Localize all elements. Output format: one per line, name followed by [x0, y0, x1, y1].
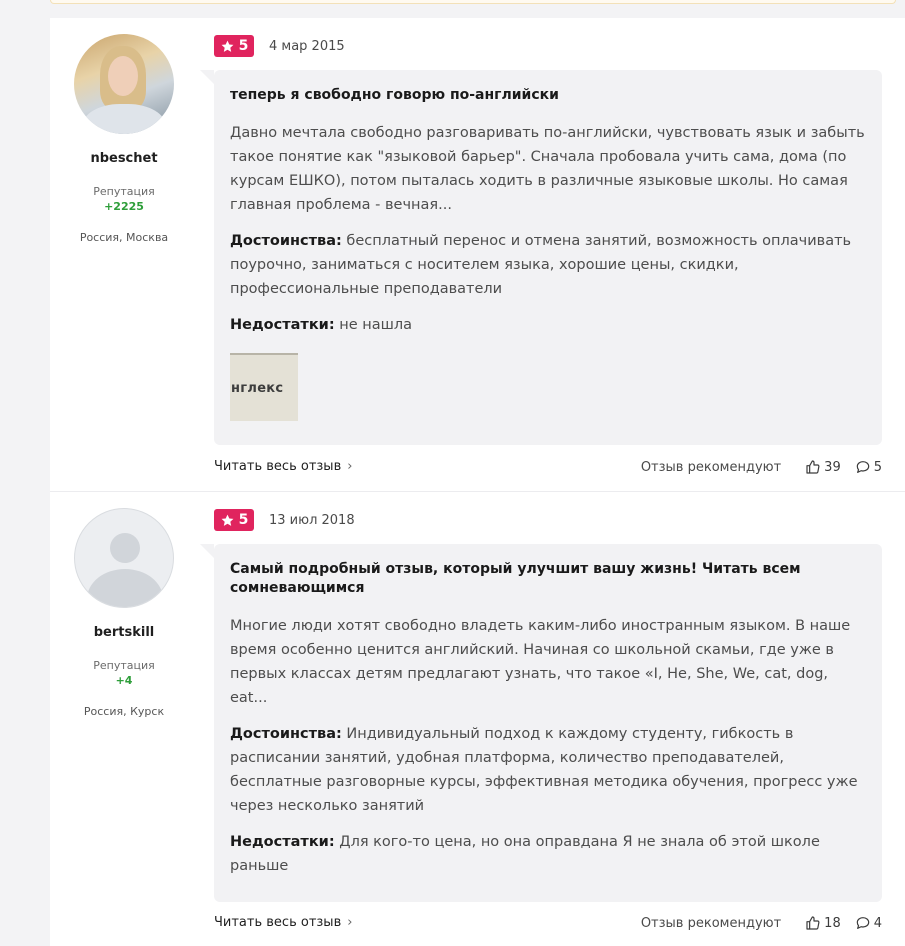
pros-label: Достоинства:	[230, 726, 342, 742]
comment-count: 5	[873, 459, 882, 475]
review-footer-stats: Отзыв рекомендуют 39 5	[641, 459, 882, 475]
author-username[interactable]: nbeschet	[50, 151, 198, 166]
avatar[interactable]	[74, 508, 174, 608]
review-cons: Недостатки: Для кого-то цена, но она опр…	[230, 830, 866, 878]
chevron-right-icon: ›	[347, 915, 353, 930]
recommend-label: Отзыв рекомендуют	[640, 459, 782, 475]
review-card: bertskill Репутация +4 Россия, Курск 5 1…	[50, 492, 905, 946]
chevron-right-icon: ›	[347, 459, 353, 474]
review-excerpt: Давно мечтала свободно разговаривать по-…	[230, 125, 865, 213]
review-image-thumbnail[interactable]: нглекс	[230, 353, 298, 421]
reputation-value: +2225	[104, 200, 144, 213]
author-location: Россия, Москва	[79, 231, 169, 244]
star-icon	[221, 514, 234, 526]
avatar[interactable]	[74, 34, 174, 134]
like-button[interactable]: 39	[805, 459, 841, 475]
like-button[interactable]: 18	[805, 915, 841, 931]
rating-value: 5	[238, 38, 249, 54]
read-more-label: Читать весь отзыв	[214, 459, 342, 474]
comments-button[interactable]: 4	[855, 915, 882, 931]
previous-item-edge	[50, 0, 896, 4]
rating-value: 5	[238, 512, 249, 528]
review-pros: Достоинства: бесплатный перенос и отмена…	[230, 229, 866, 301]
comment-icon	[856, 461, 869, 473]
like-count: 18	[824, 915, 841, 931]
review-image-logo-text: нглекс	[231, 380, 284, 396]
rating-badge: 5	[214, 35, 254, 57]
review-card: nbeschet Репутация +2225 Россия, Москва …	[50, 18, 905, 491]
like-count: 39	[824, 459, 841, 475]
review-body: Самый подробный отзыв, который улучшит в…	[200, 544, 882, 902]
review-title[interactable]: Самый подробный отзыв, который улучшит в…	[230, 560, 866, 598]
cons-label: Недостатки:	[230, 834, 335, 850]
thumbs-up-icon	[806, 460, 820, 474]
comments-button[interactable]: 5	[855, 459, 882, 475]
reputation-label: Репутация	[93, 185, 155, 198]
read-full-review-link[interactable]: Читать весь отзыв ›	[214, 459, 352, 474]
reputation-value: +4	[115, 674, 133, 687]
review-footer-stats: Отзыв рекомендуют 18 4	[641, 915, 882, 931]
read-full-review-link[interactable]: Читать весь отзыв ›	[214, 915, 352, 930]
author-username[interactable]: bertskill	[50, 625, 198, 640]
thumbs-up-icon	[806, 916, 820, 930]
comment-count: 4	[873, 915, 882, 931]
review-excerpt: Многие люди хотят свободно владеть каким…	[230, 618, 851, 706]
pros-label: Достоинства:	[230, 233, 342, 249]
review-pros: Достоинства: Индивидуальный подход к каж…	[230, 722, 866, 818]
review-date: 4 мар 2015	[269, 39, 345, 54]
rating-badge: 5	[214, 509, 254, 531]
star-icon	[221, 40, 234, 52]
recommend-label: Отзыв рекомендуют	[640, 915, 782, 931]
review-date: 13 июл 2018	[269, 513, 355, 528]
reputation-label: Репутация	[93, 659, 155, 672]
author-location: Россия, Курск	[83, 705, 165, 718]
read-more-label: Читать весь отзыв	[214, 915, 342, 930]
review-body: теперь я свободно говорю по-английски Да…	[200, 70, 882, 445]
review-title[interactable]: теперь я свободно говорю по-английски	[230, 86, 866, 105]
comment-icon	[856, 917, 869, 929]
review-cons: Недостатки: не нашла	[230, 313, 866, 337]
cons-text: не нашла	[334, 317, 413, 333]
cons-label: Недостатки:	[230, 317, 335, 333]
